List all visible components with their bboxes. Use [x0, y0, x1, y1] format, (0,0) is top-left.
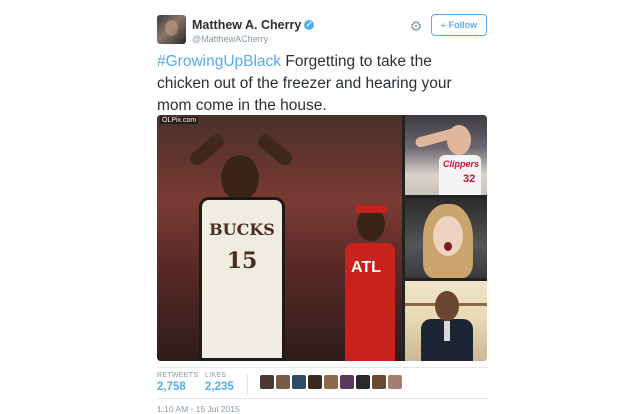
main-jersey-number: 15	[226, 248, 258, 274]
main-player: BUCKS 15	[183, 131, 301, 361]
tweet-card: Matthew A. Cherry ✓ @MatthewACherry ⚙ + F…	[157, 8, 488, 414]
media-photo-2[interactable]: Clippers 32	[405, 115, 487, 195]
retweets-count[interactable]: 2,758	[157, 381, 186, 393]
retweets-label: RETWEETS	[157, 372, 199, 379]
media-photo-3[interactable]	[405, 198, 487, 278]
likes-label: LIKES	[205, 372, 227, 379]
liker-avatar[interactable]	[388, 375, 402, 389]
likes-count[interactable]: 2,235	[205, 381, 234, 393]
media-grid: OLPix.com ATL BUCKS 15 Clippers 32	[157, 115, 487, 361]
tweet-timestamp[interactable]: 1:10 AM - 15 Jul 2015	[157, 404, 240, 414]
gear-icon[interactable]: ⚙	[409, 19, 423, 33]
author-name[interactable]: Matthew A. Cherry ✓	[192, 18, 315, 32]
media-photo-4[interactable]	[405, 281, 487, 361]
hashtag-link[interactable]: #GrowingUpBlack	[157, 53, 281, 70]
add-user-icon: +	[440, 20, 446, 30]
main-jersey-team: BUCKS	[209, 220, 275, 239]
tweet-text: #GrowingUpBlack Forgetting to take the c…	[157, 51, 487, 117]
liker-avatar[interactable]	[372, 375, 386, 389]
liker-avatar[interactable]	[340, 375, 354, 389]
bg-jersey-text: ATL	[351, 259, 381, 276]
follow-button[interactable]: + Follow	[431, 14, 487, 36]
liker-avatar[interactable]	[260, 375, 274, 389]
liker-avatars	[260, 375, 402, 389]
liker-avatar[interactable]	[356, 375, 370, 389]
liker-avatar[interactable]	[292, 375, 306, 389]
background-player: ATL	[337, 195, 397, 361]
author-handle[interactable]: @MatthewACherry	[192, 34, 268, 44]
watermark: OLPix.com	[160, 117, 199, 124]
media-photo-main[interactable]: OLPix.com ATL BUCKS 15	[157, 115, 402, 361]
liker-avatar[interactable]	[276, 375, 290, 389]
small-jersey-team: Clippers	[443, 159, 480, 169]
verified-badge-icon: ✓	[304, 19, 315, 30]
main-jersey: BUCKS 15	[199, 197, 285, 361]
small-jersey-number: 32	[463, 173, 476, 185]
liker-avatar[interactable]	[324, 375, 338, 389]
divider	[157, 398, 488, 399]
follow-label: Follow	[448, 20, 478, 30]
liker-avatar[interactable]	[308, 375, 322, 389]
divider	[157, 367, 488, 368]
author-name-text[interactable]: Matthew A. Cherry	[192, 18, 301, 32]
author-avatar[interactable]	[157, 15, 186, 44]
stats-divider	[247, 374, 248, 396]
